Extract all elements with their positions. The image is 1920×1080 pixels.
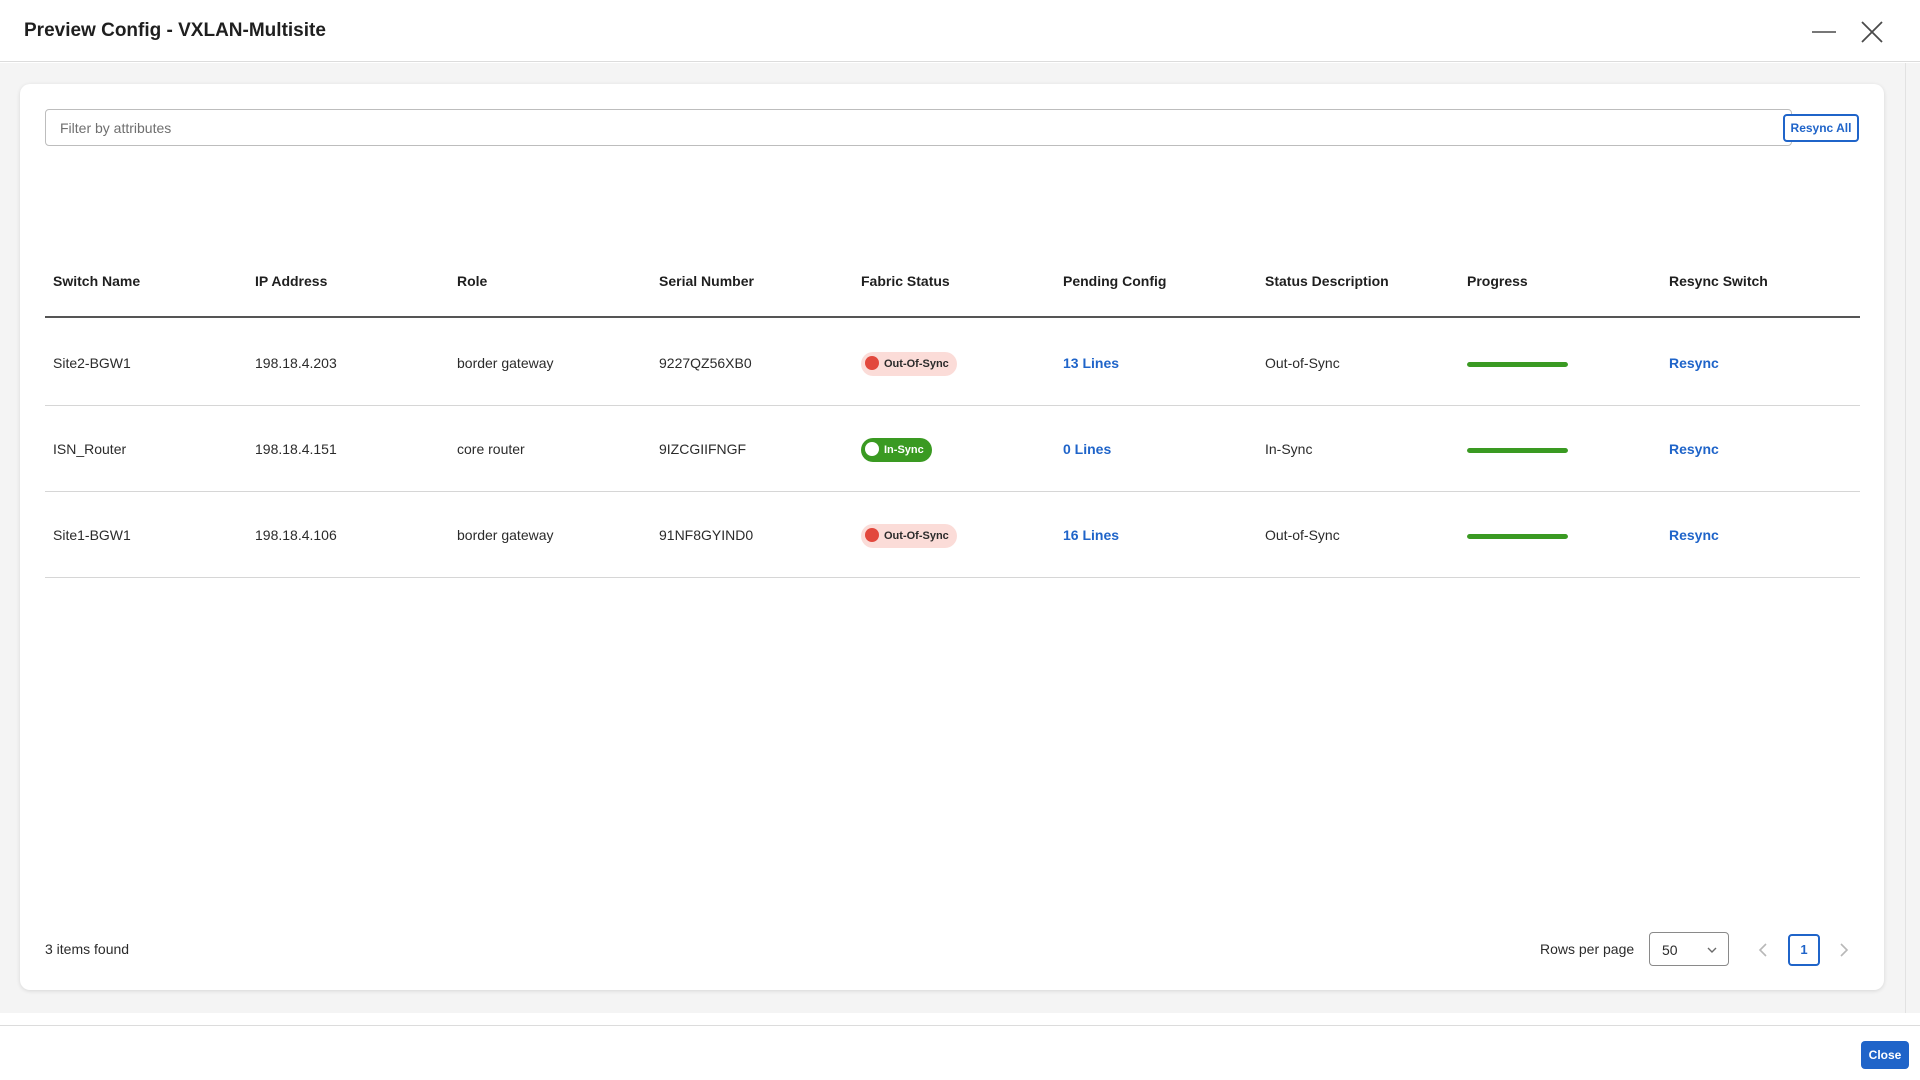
scrollbar[interactable] — [1905, 63, 1920, 1013]
column-header-pending-config[interactable]: Pending Config — [1063, 273, 1166, 289]
pending-config-cell: 13 Lines — [1063, 320, 1119, 406]
dialog-footer: Close — [0, 1025, 1920, 1080]
pending-config-link[interactable]: 16 Lines — [1063, 527, 1119, 543]
switch-name-cell: Site2-BGW1 — [53, 355, 131, 371]
column-header-resync-switch[interactable]: Resync Switch — [1669, 273, 1768, 289]
column-header-switch-name[interactable]: Switch Name — [53, 273, 140, 289]
serial-number-cell: 91NF8GYIND0 — [659, 527, 754, 543]
resync-switch-cell: Resync — [1669, 492, 1719, 578]
resync-link[interactable]: Resync — [1669, 527, 1719, 543]
minus-icon — [1812, 31, 1836, 33]
rows-per-page-select[interactable]: 50 — [1649, 932, 1729, 966]
table-row: Site1-BGW1 198.18.4.106 border gateway 9… — [45, 492, 1860, 578]
fabric-status-badge: Out-Of-Sync — [861, 352, 957, 377]
resync-all-button[interactable]: Resync All — [1783, 114, 1859, 142]
table-row: Site2-BGW1 198.18.4.203 border gateway 9… — [45, 320, 1860, 406]
page-number-button[interactable]: 1 — [1788, 934, 1820, 966]
progress-cell — [1467, 320, 1568, 406]
table-header: Switch Name IP Address Role Serial Numbe… — [45, 184, 1860, 318]
ip-address-cell: 198.18.4.106 — [255, 527, 337, 543]
progress-cell — [1467, 492, 1568, 578]
progress-bar — [1467, 533, 1568, 539]
pending-config-cell: 16 Lines — [1063, 492, 1119, 578]
fabric-status-cell: Out-Of-Sync — [861, 320, 957, 406]
fabric-status-badge: In-Sync — [861, 438, 932, 463]
dialog-header: Preview Config - VXLAN-Multisite — [0, 0, 1920, 62]
role-cell: border gateway — [457, 527, 554, 543]
status-description-cell: Out-of-Sync — [1265, 527, 1340, 543]
fabric-status-badge: Out-Of-Sync — [861, 524, 957, 549]
filter-input[interactable] — [45, 109, 1792, 146]
column-header-progress[interactable]: Progress — [1467, 273, 1528, 289]
status-description-cell: Out-of-Sync — [1265, 355, 1340, 371]
serial-number-cell: 9IZCGIIFNGF — [659, 441, 747, 457]
ip-address-cell: 198.18.4.203 — [255, 355, 337, 371]
close-dialog-button[interactable] — [1854, 14, 1890, 50]
close-x-icon — [1861, 21, 1883, 43]
status-dot-icon — [865, 528, 879, 543]
resync-link[interactable]: Resync — [1669, 355, 1719, 371]
progress-bar — [1467, 447, 1568, 453]
chevron-down-icon — [1707, 947, 1717, 953]
progress-bar — [1467, 361, 1568, 367]
chevron-left-icon — [1758, 943, 1767, 957]
pending-config-cell: 0 Lines — [1063, 406, 1111, 492]
ip-address-cell: 198.18.4.151 — [255, 441, 337, 457]
resync-switch-cell: Resync — [1669, 406, 1719, 492]
status-dot-icon — [865, 442, 879, 457]
close-button[interactable]: Close — [1861, 1041, 1909, 1069]
items-found-count: 3 items found — [45, 941, 130, 957]
rows-per-page-value: 50 — [1662, 942, 1678, 958]
column-header-fabric-status[interactable]: Fabric Status — [861, 273, 950, 289]
dialog-title: Preview Config - VXLAN-Multisite — [24, 20, 326, 41]
previous-page-button[interactable] — [1751, 938, 1775, 962]
serial-number-cell: 9227QZ56XB0 — [659, 355, 752, 371]
fabric-status-cell: Out-Of-Sync — [861, 492, 957, 578]
rows-per-page-label: Rows per page — [1540, 941, 1635, 957]
status-description-cell: In-Sync — [1265, 441, 1313, 457]
chevron-right-icon — [1840, 943, 1849, 957]
resync-switch-cell: Resync — [1669, 320, 1719, 406]
column-header-ip-address[interactable]: IP Address — [255, 273, 327, 289]
status-dot-icon — [865, 356, 879, 371]
pending-config-link[interactable]: 0 Lines — [1063, 441, 1111, 457]
column-header-serial-number[interactable]: Serial Number — [659, 273, 754, 289]
table-row: ISN_Router 198.18.4.151 core router 9IZC… — [45, 406, 1860, 492]
column-header-role[interactable]: Role — [457, 273, 487, 289]
role-cell: border gateway — [457, 355, 554, 371]
next-page-button[interactable] — [1832, 938, 1856, 962]
pending-config-link[interactable]: 13 Lines — [1063, 355, 1119, 371]
role-cell: core router — [457, 441, 525, 457]
resync-link[interactable]: Resync — [1669, 441, 1719, 457]
progress-cell — [1467, 406, 1568, 492]
switch-name-cell: ISN_Router — [53, 441, 127, 457]
preview-config-card: Resync All Switch Name IP Address Role S… — [20, 84, 1884, 990]
switch-name-cell: Site1-BGW1 — [53, 527, 131, 543]
fabric-status-cell: In-Sync — [861, 406, 932, 492]
minimize-button[interactable] — [1806, 14, 1842, 50]
column-header-status-description[interactable]: Status Description — [1265, 273, 1389, 289]
